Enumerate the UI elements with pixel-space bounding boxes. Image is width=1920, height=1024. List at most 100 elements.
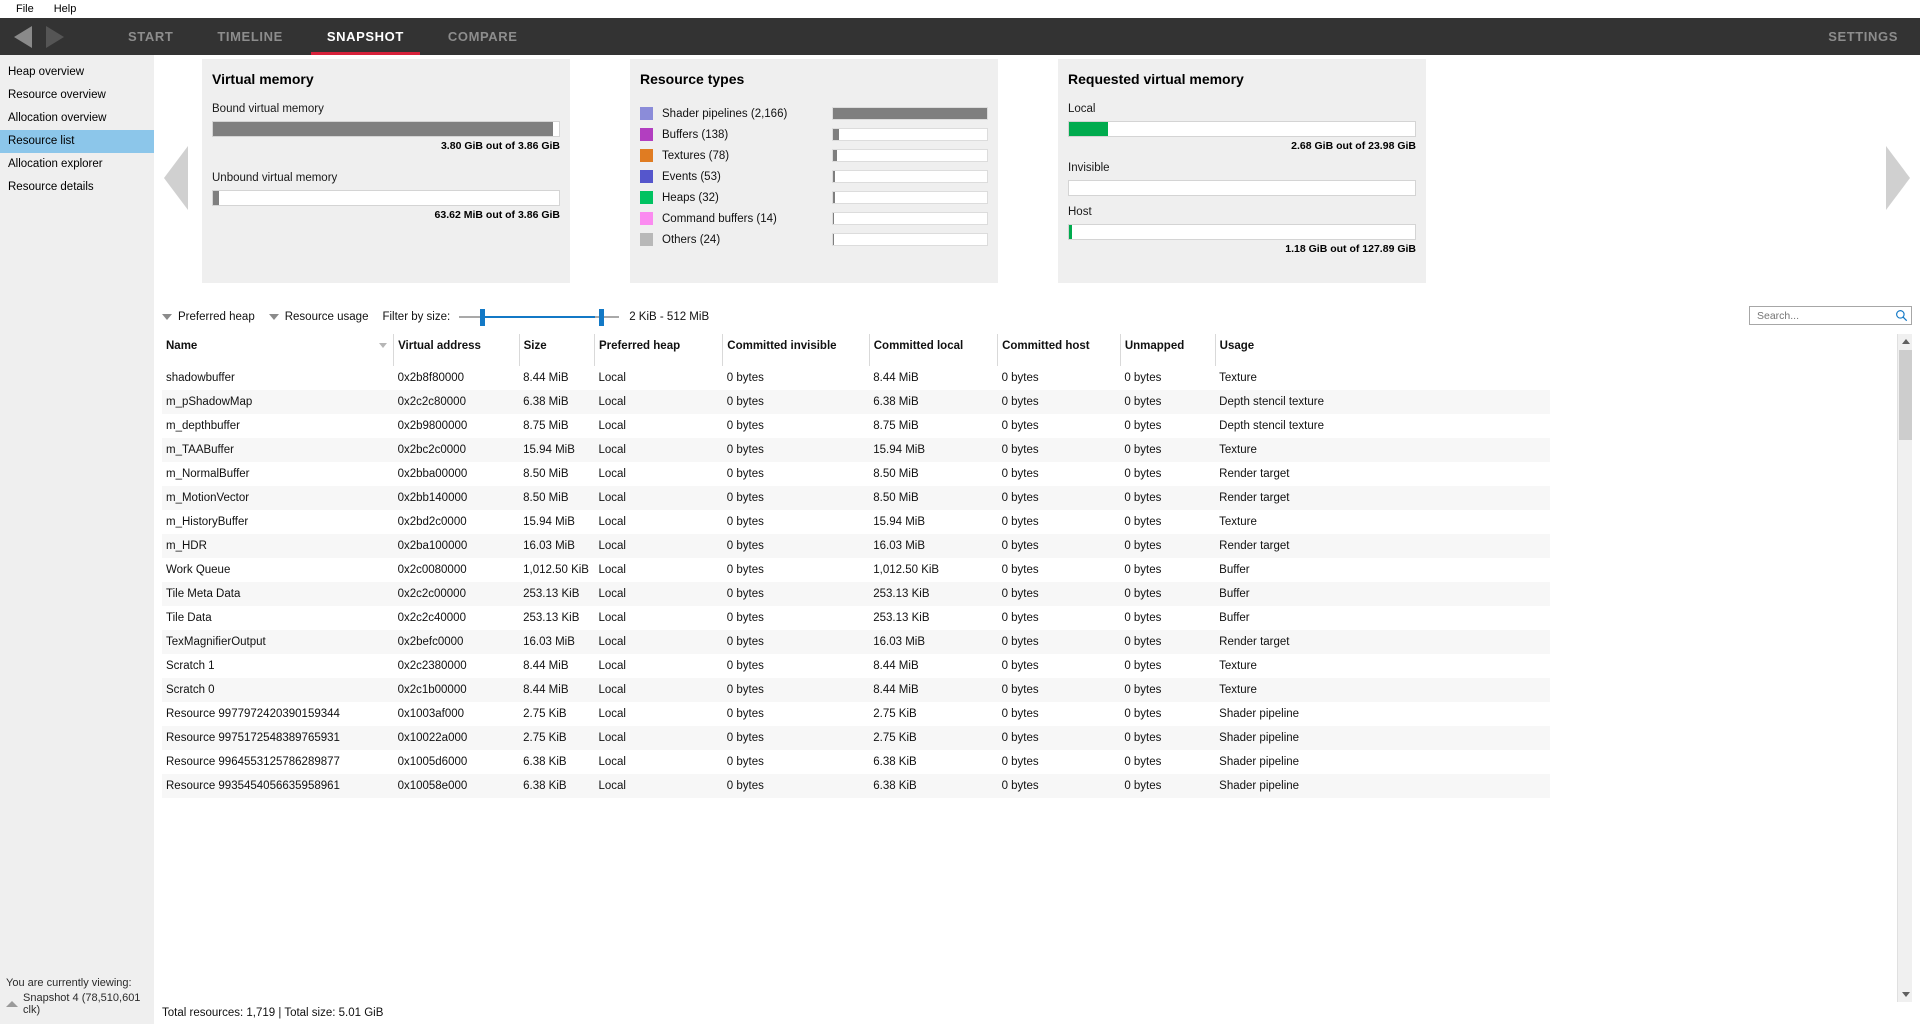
cell-virtual-address: 0x2befc0000 [394, 630, 520, 654]
table-vertical-scrollbar[interactable] [1897, 334, 1912, 1002]
cell-unmapped: 0 bytes [1120, 750, 1215, 774]
table-row[interactable]: m_MotionVector0x2bb1400008.50 MiBLocal0 … [162, 486, 1550, 510]
tab-snapshot[interactable]: SNAPSHOT [305, 18, 426, 55]
column-header-usage[interactable]: Usage [1215, 334, 1550, 366]
cell-committed-invisible: 0 bytes [723, 534, 869, 558]
cell-preferred-heap: Local [594, 678, 722, 702]
resource-type-row[interactable]: Buffers (138) [640, 124, 988, 145]
sidebar-item-resource-list[interactable]: Resource list [0, 130, 154, 153]
table-row[interactable]: Resource 99645531257862898770x1005d60006… [162, 750, 1550, 774]
table-row[interactable]: m_NormalBuffer0x2bba000008.50 MiBLocal0 … [162, 462, 1550, 486]
resource-type-row[interactable]: Shader pipelines (2,166) [640, 103, 988, 124]
table-row[interactable]: Work Queue0x2c00800001,012.50 KiBLocal0 … [162, 558, 1550, 582]
scrollbar-thumb[interactable] [1899, 350, 1912, 440]
column-header-committed-local[interactable]: Committed local [869, 334, 997, 366]
table-row[interactable]: m_pShadowMap0x2c2c800006.38 MiBLocal0 by… [162, 390, 1550, 414]
cell-name: Scratch 0 [162, 678, 394, 702]
column-header-size[interactable]: Size [519, 334, 594, 366]
sidebar-item-allocation-explorer[interactable]: Allocation explorer [0, 153, 154, 176]
resource-type-bar [832, 233, 988, 246]
slider-handle-max[interactable] [599, 309, 604, 326]
table-row[interactable]: m_HistoryBuffer0x2bd2c000015.94 MiBLocal… [162, 510, 1550, 534]
triangle-right-icon[interactable] [46, 26, 64, 48]
triangle-left-icon[interactable] [14, 26, 32, 48]
panels-prev-button[interactable] [154, 55, 198, 300]
search-box[interactable] [1749, 306, 1912, 325]
cell-preferred-heap: Local [594, 702, 722, 726]
requested-virtual-memory-panel: Requested virtual memory Local 2.68 GiB … [1058, 59, 1426, 283]
table-row[interactable]: Resource 99751725483897659310x10022a0002… [162, 726, 1550, 750]
table-row[interactable]: Resource 99779724203901593440x1003af0002… [162, 702, 1550, 726]
resource-type-bar [832, 107, 988, 120]
cell-preferred-heap: Local [594, 630, 722, 654]
table-row[interactable]: Scratch 10x2c23800008.44 MiBLocal0 bytes… [162, 654, 1550, 678]
column-header-unmapped[interactable]: Unmapped [1120, 334, 1215, 366]
table-row[interactable]: m_depthbuffer0x2b98000008.75 MiBLocal0 b… [162, 414, 1550, 438]
sidebar-item-allocation-overview[interactable]: Allocation overview [0, 107, 154, 130]
table-row[interactable]: TexMagnifierOutput0x2befc000016.03 MiBLo… [162, 630, 1550, 654]
virtual-memory-panel: Virtual memory Bound virtual memory 3.80… [202, 59, 570, 283]
sidebar-item-heap-overview[interactable]: Heap overview [0, 61, 154, 84]
cell-preferred-heap: Local [594, 582, 722, 606]
tab-compare[interactable]: COMPARE [426, 18, 540, 55]
resource-type-bar-fill [833, 213, 834, 224]
table-row[interactable]: Resource 99354540566359589610x10058e0006… [162, 774, 1550, 798]
slider-handle-min[interactable] [480, 309, 485, 326]
tab-start[interactable]: START [106, 18, 195, 55]
requested-host-bar [1068, 224, 1416, 240]
search-icon[interactable] [1895, 309, 1908, 322]
sidebar-item-resource-overview[interactable]: Resource overview [0, 84, 154, 107]
resource-table-head: Name Virtual address Size Preferred heap… [162, 334, 1550, 366]
resource-usage-dropdown[interactable]: Resource usage [269, 311, 369, 323]
table-row[interactable]: shadowbuffer0x2b8f800008.44 MiBLocal0 by… [162, 366, 1550, 390]
column-header-committed-invisible[interactable]: Committed invisible [723, 334, 869, 366]
cell-unmapped: 0 bytes [1120, 582, 1215, 606]
column-header-virtual-address[interactable]: Virtual address [394, 334, 520, 366]
cell-usage: Texture [1215, 366, 1550, 390]
table-row[interactable]: Tile Meta Data0x2c2c00000253.13 KiBLocal… [162, 582, 1550, 606]
cell-preferred-heap: Local [594, 774, 722, 798]
table-row[interactable]: Scratch 00x2c1b000008.44 MiBLocal0 bytes… [162, 678, 1550, 702]
resource-type-row[interactable]: Heaps (32) [640, 187, 988, 208]
cell-usage: Texture [1215, 654, 1550, 678]
requested-local-label: Local [1068, 103, 1416, 115]
cell-name: m_HistoryBuffer [162, 510, 394, 534]
column-header-name[interactable]: Name [162, 334, 394, 366]
cell-preferred-heap: Local [594, 558, 722, 582]
column-header-preferred-heap[interactable]: Preferred heap [594, 334, 722, 366]
cell-committed-local: 8.44 MiB [869, 366, 997, 390]
requested-invisible-block: Invisible [1068, 162, 1416, 196]
scroll-up-button[interactable] [1898, 334, 1912, 349]
preferred-heap-dropdown[interactable]: Preferred heap [162, 311, 255, 323]
cell-virtual-address: 0x2c2380000 [394, 654, 520, 678]
resource-type-row[interactable]: Textures (78) [640, 145, 988, 166]
sidebar-item-resource-details[interactable]: Resource details [0, 176, 154, 199]
menu-file[interactable]: File [6, 0, 44, 18]
cell-size: 2.75 KiB [519, 726, 594, 750]
tab-settings[interactable]: SETTINGS [1806, 18, 1920, 55]
resource-types-panel: Resource types Shader pipelines (2,166)B… [630, 59, 998, 283]
column-header-committed-host[interactable]: Committed host [998, 334, 1121, 366]
cell-usage: Render target [1215, 630, 1550, 654]
caret-up-icon[interactable] [6, 1001, 18, 1007]
cell-unmapped: 0 bytes [1120, 774, 1215, 798]
big-triangle-right-icon [1886, 146, 1910, 210]
resource-type-bar-fill [833, 192, 835, 203]
cell-size: 8.44 MiB [519, 366, 594, 390]
scroll-down-button[interactable] [1898, 987, 1912, 1002]
cell-unmapped: 0 bytes [1120, 630, 1215, 654]
resource-type-row[interactable]: Events (53) [640, 166, 988, 187]
table-row[interactable]: m_HDR0x2ba10000016.03 MiBLocal0 bytes16.… [162, 534, 1550, 558]
requested-local-bar [1068, 121, 1416, 137]
search-input[interactable] [1755, 309, 1895, 323]
size-range-value: 2 KiB - 512 MiB [629, 311, 709, 323]
table-row[interactable]: Tile Data0x2c2c40000253.13 KiBLocal0 byt… [162, 606, 1550, 630]
tab-timeline[interactable]: TIMELINE [195, 18, 304, 55]
menu-help[interactable]: Help [44, 0, 87, 18]
table-row[interactable]: m_TAABuffer0x2bc2c000015.94 MiBLocal0 by… [162, 438, 1550, 462]
resource-type-row[interactable]: Others (24) [640, 229, 988, 250]
panels-next-button[interactable] [1876, 55, 1920, 300]
resource-type-color-swatch [640, 212, 653, 225]
size-range-slider[interactable] [459, 307, 619, 327]
resource-type-row[interactable]: Command buffers (14) [640, 208, 988, 229]
